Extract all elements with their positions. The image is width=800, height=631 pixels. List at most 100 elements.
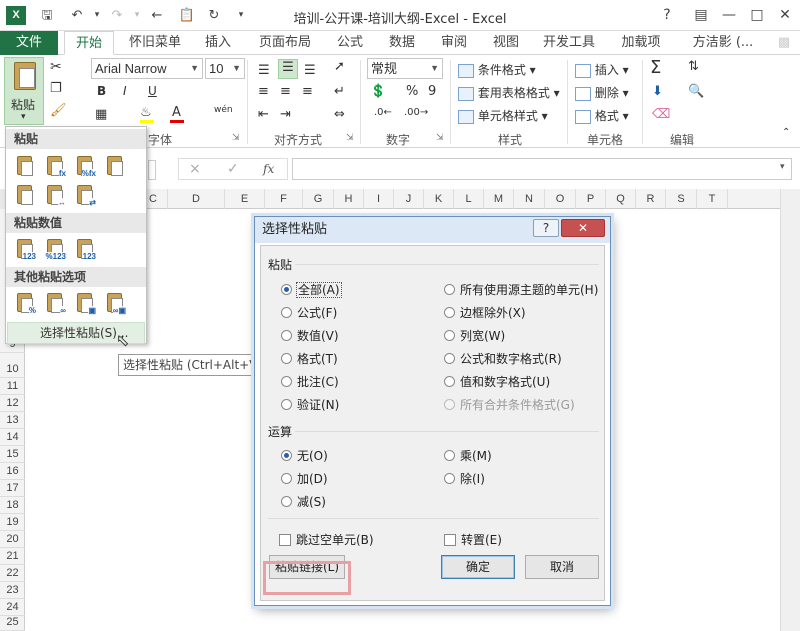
currency-icon[interactable]: 💲 bbox=[370, 84, 386, 99]
fill-down-icon[interactable]: ⬇ bbox=[652, 84, 663, 99]
paste-formulas-number-format-icon[interactable]: %fx bbox=[74, 154, 96, 178]
row-header[interactable]: 22 bbox=[0, 565, 25, 582]
paste-values-icon[interactable]: 123 bbox=[14, 237, 36, 261]
radio-paste-validation[interactable]: 验证(N) bbox=[281, 396, 339, 413]
row-header[interactable]: 19 bbox=[0, 514, 25, 531]
align-middle-icon[interactable]: ☰ bbox=[278, 59, 298, 79]
radio-operation-add[interactable]: 加(D) bbox=[281, 470, 328, 487]
formula-input[interactable] bbox=[292, 158, 792, 180]
fill-color-icon[interactable]: ♨ bbox=[140, 105, 152, 120]
radio-operation-multiply[interactable]: 乘(M) bbox=[444, 447, 492, 464]
row-header[interactable]: 16 bbox=[0, 463, 25, 480]
radio-paste-values[interactable]: 数值(V) bbox=[281, 327, 339, 344]
radio-operation-divide[interactable]: 除(I) bbox=[444, 470, 485, 487]
ok-button[interactable]: 确定 bbox=[441, 555, 515, 579]
undo-dropdown-icon[interactable]: ▾ bbox=[88, 7, 106, 24]
save-icon[interactable]: 🖫 bbox=[38, 7, 56, 24]
sort-filter-icon[interactable]: ⇅ bbox=[688, 59, 699, 74]
radio-paste-formulas[interactable]: 公式(F) bbox=[281, 304, 337, 321]
row-header[interactable]: 14 bbox=[0, 429, 25, 446]
column-header[interactable]: T bbox=[697, 189, 728, 209]
radio-operation-none[interactable]: 无(O) bbox=[281, 447, 328, 464]
vertical-scrollbar[interactable] bbox=[780, 189, 800, 631]
help-icon[interactable]: ? bbox=[656, 5, 678, 25]
row-header[interactable]: 11 bbox=[0, 378, 25, 395]
paste-formatting-icon[interactable]: % bbox=[14, 291, 36, 315]
tab-file[interactable]: 文件 bbox=[0, 31, 58, 55]
name-box-chevron-icon[interactable] bbox=[148, 160, 156, 180]
column-header[interactable]: O bbox=[545, 189, 576, 209]
column-header[interactable]: F bbox=[265, 189, 303, 209]
paste-transpose-icon[interactable]: ⇄ bbox=[74, 183, 96, 207]
column-header[interactable]: M bbox=[484, 189, 514, 209]
conditional-format-button[interactable]: 条件格式 ▾ bbox=[458, 61, 536, 78]
orientation-icon[interactable]: ➚ bbox=[334, 59, 345, 74]
align-right-icon[interactable]: ≡ bbox=[302, 84, 313, 99]
insert-function-icon[interactable]: fx bbox=[263, 162, 274, 176]
expand-formula-icon[interactable]: ▾ bbox=[780, 162, 785, 172]
tab-addins[interactable]: 加载项 bbox=[614, 31, 668, 55]
column-header[interactable]: K bbox=[424, 189, 454, 209]
radio-paste-comments[interactable]: 批注(C) bbox=[281, 373, 339, 390]
cancel-formula-icon[interactable]: × bbox=[189, 161, 201, 177]
dialog-close-button[interactable]: ✕ bbox=[561, 219, 605, 237]
radio-paste-column-widths[interactable]: 列宽(W) bbox=[444, 327, 505, 344]
paste-formulas-icon[interactable]: fx bbox=[44, 154, 66, 178]
row-header[interactable]: 20 bbox=[0, 531, 25, 548]
column-header[interactable]: S bbox=[666, 189, 697, 209]
column-header[interactable]: E bbox=[225, 189, 265, 209]
merge-center-icon[interactable]: ⇔ bbox=[334, 107, 345, 122]
align-top-icon[interactable]: ☰ bbox=[258, 63, 270, 78]
percent-button[interactable]: % bbox=[406, 84, 418, 99]
dialog-help-button[interactable]: ? bbox=[533, 219, 559, 237]
radio-paste-source-theme[interactable]: 所有使用源主题的单元(H) bbox=[444, 281, 598, 298]
column-header[interactable]: D bbox=[168, 189, 225, 209]
cut-icon[interactable]: ✂ bbox=[50, 59, 62, 75]
wrap-text-icon[interactable]: ↵ bbox=[334, 84, 345, 99]
radio-operation-subtract[interactable]: 减(S) bbox=[281, 493, 326, 510]
increase-decimal-icon[interactable]: .0← bbox=[374, 107, 392, 118]
redo-dropdown-icon[interactable]: ▾ bbox=[128, 7, 146, 24]
find-select-icon[interactable]: 🔍 bbox=[688, 84, 704, 99]
transpose-checkbox[interactable]: 转置(E) bbox=[444, 531, 502, 548]
row-header[interactable]: 13 bbox=[0, 412, 25, 429]
column-header[interactable]: Q bbox=[606, 189, 636, 209]
radio-paste-all[interactable]: 全部(A) bbox=[281, 281, 342, 298]
clipboard-qa-icon[interactable]: 📋 bbox=[178, 7, 196, 24]
delete-cells-button[interactable]: 删除 ▾ bbox=[575, 84, 629, 101]
undo-icon[interactable]: ↶ bbox=[68, 7, 86, 24]
format-as-table-button[interactable]: 套用表格格式 ▾ bbox=[458, 84, 560, 101]
underline-button[interactable]: U bbox=[148, 84, 157, 98]
paste-values-source-format-icon[interactable]: 123 bbox=[74, 237, 96, 261]
customize-qa-icon[interactable]: ▾ bbox=[232, 7, 250, 24]
paste-icon[interactable] bbox=[14, 154, 36, 178]
tab-user[interactable]: 方洁影 (... bbox=[680, 31, 766, 55]
align-left-icon[interactable]: ≡ bbox=[258, 84, 269, 99]
row-header[interactable]: 23 bbox=[0, 582, 25, 599]
insert-cells-button[interactable]: 插入 ▾ bbox=[575, 61, 629, 78]
copy-icon[interactable]: ❐ bbox=[50, 81, 62, 96]
tab-classic-menu[interactable]: 怀旧菜单 bbox=[122, 31, 188, 55]
dialog-launcher-icon[interactable]: ⇲ bbox=[232, 133, 240, 143]
tab-developer[interactable]: 开发工具 bbox=[536, 31, 602, 55]
tab-page-layout[interactable]: 页面布局 bbox=[252, 31, 318, 55]
row-header[interactable]: 10 bbox=[0, 361, 25, 378]
tab-review[interactable]: 审阅 bbox=[434, 31, 474, 55]
tab-home[interactable]: 开始 bbox=[64, 31, 114, 55]
paste-button[interactable]: 粘贴 ▾ bbox=[4, 57, 44, 125]
tab-view[interactable]: 视图 bbox=[486, 31, 526, 55]
paste-linked-picture-icon[interactable]: ∞▣ bbox=[104, 291, 126, 315]
align-center-icon[interactable]: ≡ bbox=[280, 84, 291, 99]
skip-blanks-checkbox[interactable]: 跳过空单元(B) bbox=[279, 531, 374, 548]
radio-paste-no-borders[interactable]: 边框除外(X) bbox=[444, 304, 526, 321]
format-cells-button[interactable]: 格式 ▾ bbox=[575, 107, 629, 124]
tab-data[interactable]: 数据 bbox=[382, 31, 422, 55]
autosum-button[interactable]: Σ bbox=[650, 57, 661, 78]
row-header[interactable]: 25 bbox=[0, 614, 25, 631]
column-header[interactable]: I bbox=[364, 189, 394, 209]
tab-formulas[interactable]: 公式 bbox=[330, 31, 370, 55]
font-name-combo[interactable]: Arial Narrow ▼ bbox=[91, 58, 203, 79]
column-header[interactable]: J bbox=[394, 189, 424, 209]
dialog-launcher-icon[interactable]: ⇲ bbox=[436, 133, 444, 143]
close-window-icon[interactable]: ✕ bbox=[774, 5, 796, 25]
